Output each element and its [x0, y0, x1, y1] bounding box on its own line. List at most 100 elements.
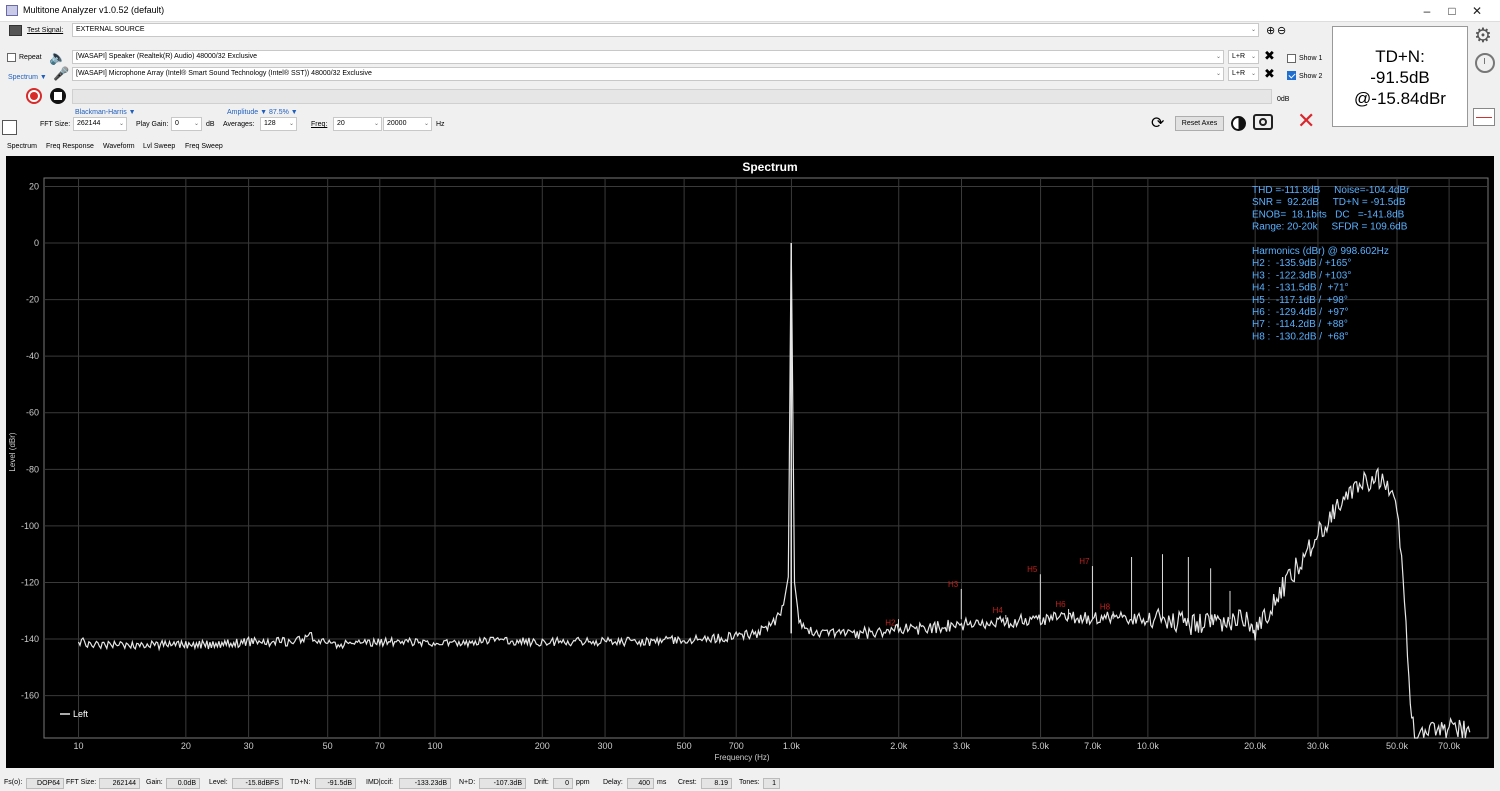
- reset-axes-button[interactable]: Reset Axes: [1175, 116, 1224, 131]
- x-tick-label: 10.0k: [1137, 741, 1160, 751]
- x-axis-label: Frequency (Hz): [714, 753, 769, 762]
- gear-icon[interactable]: ⚙: [1474, 25, 1492, 47]
- status-crest-label: Crest:: [678, 779, 697, 786]
- status-level-label: Level:: [209, 779, 228, 786]
- freq-to-select[interactable]: 20000 ⌄: [383, 117, 432, 131]
- status-drift: 0: [553, 778, 573, 789]
- stats-line: Range: 20-20k SFDR = 109.6dB: [1252, 222, 1408, 233]
- y-tick-label: -40: [26, 351, 39, 361]
- status-tdn: -91.5dB: [315, 778, 356, 789]
- status-gain-label: Gain:: [146, 779, 163, 786]
- harmonic-label: H5: [1027, 565, 1038, 574]
- speaker-icon[interactable]: 🔈: [49, 49, 66, 66]
- y-tick-label: -160: [21, 691, 39, 701]
- repeat-checkbox[interactable]: [7, 53, 16, 62]
- harmonic-label: H7: [1079, 557, 1090, 566]
- freq-from-select[interactable]: 20 ⌄: [333, 117, 382, 131]
- status-fft: 262144: [99, 778, 140, 789]
- x-tick-label: 10: [74, 741, 84, 751]
- stats-line: H6 : -129.4dB / +97°: [1252, 307, 1349, 318]
- status-delay-label: Delay:: [603, 779, 623, 786]
- fft-size-select[interactable]: 262144 ⌄: [73, 117, 127, 131]
- status-tones-label: Tones:: [739, 779, 760, 786]
- input-channel-select[interactable]: L+R ⌄: [1228, 67, 1259, 81]
- status-drift-unit: ppm: [576, 779, 590, 786]
- harmonic-label: H4: [993, 606, 1004, 615]
- x-tick-label: 500: [677, 741, 692, 751]
- x-tick-label: 5.0k: [1032, 741, 1050, 751]
- show2-label: Show 2: [1299, 73, 1323, 80]
- show2-checkbox[interactable]: [1287, 71, 1296, 80]
- close-red-icon[interactable]: ✕: [1297, 109, 1315, 133]
- tdn-line3: @-15.84dBr: [1354, 89, 1446, 108]
- status-nd: -107.3dB: [479, 778, 526, 789]
- y-tick-label: -20: [26, 295, 39, 305]
- x-tick-label: 100: [427, 741, 442, 751]
- tdn-display: TD+N: -91.5dB @-15.84dBr: [1332, 26, 1468, 127]
- status-fs-label: Fs(o):: [4, 779, 23, 786]
- refresh-icon[interactable]: ⟳: [1151, 113, 1164, 133]
- remove-icon[interactable]: ⊖: [1277, 24, 1286, 37]
- x-tick-label: 50.0k: [1386, 741, 1409, 751]
- show1-checkbox[interactable]: [1287, 54, 1296, 63]
- output-device-select[interactable]: [WASAPI] Speaker (Realtek(R) Audio) 4800…: [72, 50, 1224, 64]
- averages-select[interactable]: 128 ⌄: [260, 117, 297, 131]
- stats-line: H2 : -135.9dB / +165°: [1252, 258, 1351, 269]
- freq-label: Freq:: [311, 121, 328, 128]
- clock-icon[interactable]: [1475, 53, 1495, 73]
- spectrum-menu[interactable]: Spectrum ▼: [8, 73, 47, 83]
- legend-label: Left: [73, 709, 89, 719]
- status-fft-label: FFT Size:: [66, 779, 97, 786]
- stats-line: H4 : -131.5dB / +71°: [1252, 283, 1349, 294]
- record-button[interactable]: [26, 88, 42, 104]
- y-tick-label: -60: [26, 408, 39, 418]
- x-tick-label: 70.0k: [1438, 741, 1461, 751]
- play-gain-input[interactable]: 0 ⌄: [171, 117, 202, 131]
- play-gain-unit: dB: [206, 121, 215, 128]
- stats-line: ENOB= 18.1bits DC =-141.8dB: [1252, 209, 1405, 220]
- output-channel-select[interactable]: L+R ⌄: [1228, 50, 1259, 64]
- spectrum-chart[interactable]: Spectrum Frequency (Hz) Level (dBr) 200-…: [6, 156, 1494, 768]
- stats-line: H7 : -114.2dB / +88°: [1252, 319, 1348, 330]
- tab-freq-sweep[interactable]: Freq Sweep: [185, 143, 223, 150]
- test-signal-select[interactable]: EXTERNAL SOURCE ⌄: [72, 23, 1259, 37]
- microphone-icon[interactable]: 🎤: [53, 66, 69, 82]
- level-db-label: 0dB: [1277, 96, 1290, 103]
- status-level: -15.8dBFS: [232, 778, 283, 789]
- y-tick-label: 0: [34, 238, 39, 248]
- x-tick-label: 7.0k: [1084, 741, 1102, 751]
- input-device-select[interactable]: [WASAPI] Microphone Array (Intel® Smart …: [72, 67, 1224, 81]
- status-imd: -133.23dB: [399, 778, 451, 789]
- tab-freq-response[interactable]: Freq Response: [46, 143, 94, 150]
- tab-spectrum[interactable]: Spectrum: [7, 143, 37, 150]
- add-icon[interactable]: ⊕: [1266, 24, 1275, 37]
- window-title: Multitone Analyzer v1.0.52 (default): [23, 5, 165, 15]
- stats-line: H8 : -130.2dB / +68°: [1252, 331, 1349, 342]
- test-signal-label: Test Signal:: [27, 27, 64, 34]
- camera-icon[interactable]: [1253, 114, 1273, 130]
- stats-line: Harmonics (dBr) @ 998.602Hz: [1252, 246, 1389, 257]
- stop-button[interactable]: [50, 88, 66, 104]
- show1-label: Show 1: [1299, 55, 1323, 62]
- level-meter: [72, 89, 1272, 104]
- status-gain: 0.0dB: [166, 778, 200, 789]
- status-fs: DOP64: [26, 778, 64, 789]
- tools-icon[interactable]: ✖: [1264, 48, 1275, 64]
- tools-icon-2[interactable]: ✖: [1264, 66, 1275, 82]
- x-tick-label: 30: [244, 741, 254, 751]
- repeat-label: Repeat: [19, 54, 42, 61]
- signal-icon[interactable]: [9, 25, 22, 36]
- contrast-icon[interactable]: [1231, 116, 1246, 131]
- status-imd-label: IMD|ccif:: [366, 779, 394, 786]
- x-tick-label: 70: [375, 741, 385, 751]
- tdn-line2: -91.5dB: [1370, 68, 1430, 87]
- status-drift-label: Drift:: [534, 779, 549, 786]
- panel-toggle-icon[interactable]: [2, 120, 17, 135]
- close-window-button[interactable]: ✕: [1454, 0, 1500, 22]
- waveform-icon[interactable]: [1473, 108, 1495, 126]
- spectrum-plot[interactable]: Spectrum Frequency (Hz) Level (dBr) 20 0-…: [6, 156, 1494, 768]
- status-crest: 8.19: [701, 778, 732, 789]
- tab-waveform[interactable]: Waveform: [103, 143, 135, 150]
- tab-lvl-sweep[interactable]: Lvl Sweep: [143, 143, 175, 150]
- play-gain-label: Play Gain:: [136, 121, 169, 128]
